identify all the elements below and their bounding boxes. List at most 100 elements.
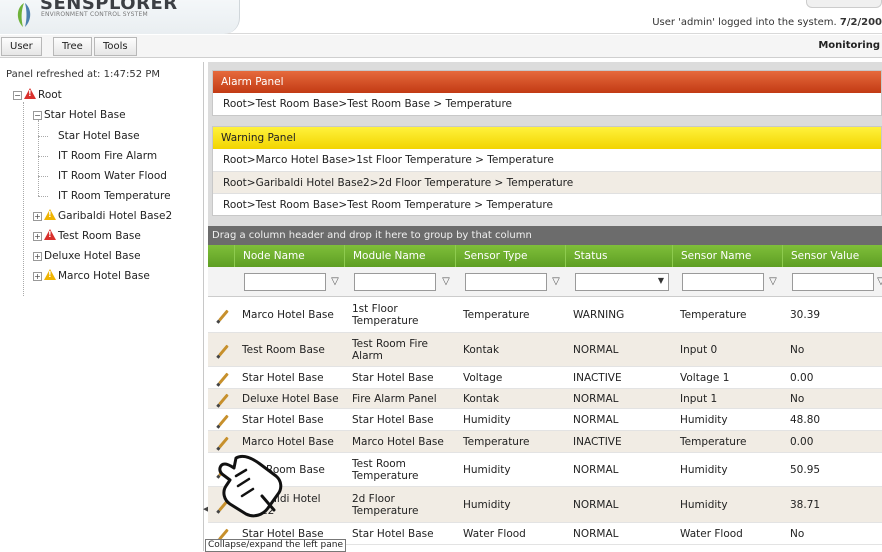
grid-filter-row: ▽ ▽ ▽ ▼ ▽ ▽ [208,267,882,297]
tree-expander-root[interactable]: − [13,91,22,100]
sensor-name-cell: Water Flood [680,527,743,540]
status-cell: NORMAL [573,463,619,476]
alarm-panel-title: Alarm Panel [213,71,881,93]
warning-panel: Warning Panel Root>Marco Hotel Base>1st … [212,126,882,216]
tree-expander-garibaldi[interactable]: + [33,212,42,221]
node-name-cell: Marco Hotel Base [242,308,334,321]
filter-sensor-type-input[interactable] [465,273,547,291]
tree-line [38,136,48,137]
tree-item-star-hotel-base-module[interactable]: Star Hotel Base [58,127,140,145]
logo: SENSPLORER ENVIRONMENT CONTROL SYSTEM [0,0,240,34]
sensor-value-cell: 48.80 [790,413,821,426]
tree-item-marco-hotel-base[interactable]: Marco Hotel Base [58,267,150,285]
column-module-name[interactable]: Module Name [344,245,455,267]
edit-column-header [208,245,234,267]
login-status: User 'admin' logged into the system. 7/2… [652,17,882,28]
main-content: Alarm Panel Root>Test Room Base>Test Roo… [208,62,882,551]
tree-line [38,196,48,197]
edit-pencil-icon[interactable] [218,344,229,357]
module-name-cell: Test Room Fire Alarm [352,337,428,362]
tree-item-star-hotel-base[interactable]: Star Hotel Base [44,106,126,124]
sensor-name-cell: Humidity [680,498,728,511]
table-row[interactable]: Test Room Base Test Room Temperature Humid… [208,453,882,487]
warning-panel-title: Warning Panel [213,127,881,149]
filter-sensor-name-input[interactable] [682,273,764,291]
module-name-cell: Star Hotel Base [352,371,434,384]
module-name-cell: Star Hotel Base [352,413,434,426]
warning-row[interactable]: Root>Marco Hotel Base>1st Floor Temperat… [213,149,881,171]
edit-pencil-icon[interactable] [218,414,229,427]
filter-sensor-value-input[interactable] [792,273,874,291]
column-node-name[interactable]: Node Name [234,245,344,267]
status-cell: INACTIVE [573,435,622,448]
column-sensor-type[interactable]: Sensor Type [455,245,565,267]
node-name-cell: Star Hotel Base [242,413,324,426]
refresh-status: Panel refreshed at: 1:47:52 PM [6,69,160,80]
column-sensor-value[interactable]: Sensor Value [782,245,882,267]
login-date: 7/2/200 [839,17,882,28]
sensor-value-cell: 50.95 [790,463,821,476]
tree-item-it-room-temperature[interactable]: IT Room Temperature [58,187,171,205]
edit-pencil-icon[interactable] [218,309,229,322]
module-name-cell: Test Room Temperature [352,457,419,482]
warning-row[interactable]: Root>Garibaldi Hotel Base2>2d Floor Temp… [213,171,881,193]
login-status-text: User 'admin' logged into the system. [652,17,837,28]
filter-icon[interactable]: ▽ [328,275,342,289]
tree-item-test-room-base[interactable]: Test Room Base [58,227,141,245]
table-row[interactable]: Garibaldi Hotel Base22d Floor Temperatur… [208,487,882,523]
tree-item-garibaldi-hotel-base2[interactable]: Garibaldi Hotel Base2 [58,207,172,225]
filter-node-name-input[interactable] [244,273,326,291]
table-row[interactable]: Deluxe Hotel Base Fire Alarm Panel Kontak N… [208,389,882,409]
logo-subtitle: ENVIRONMENT CONTROL SYSTEM [41,11,148,18]
tree-item-it-room-fire-alarm[interactable]: IT Room Fire Alarm [58,147,157,165]
alarm-panel: Alarm Panel Root>Test Room Base>Test Roo… [212,70,882,116]
filter-module-name-input[interactable] [354,273,436,291]
warning-icon [44,269,56,280]
tree-expander-test-room[interactable]: + [33,232,42,241]
filter-status-select[interactable]: ▼ [575,273,669,291]
status-cell: NORMAL [573,527,619,540]
alarm-icon [44,229,56,240]
sensor-type-cell: Kontak [463,343,500,356]
tree-line [38,156,48,157]
tree-item-it-room-water-flood[interactable]: IT Room Water Flood [58,167,167,185]
sensor-grid: Drag a column header and drop it here to… [208,226,882,551]
tree-expander-deluxe[interactable]: + [33,252,42,261]
filter-icon[interactable]: ▽ [549,275,563,289]
edit-pencil-icon[interactable] [218,393,229,406]
table-row[interactable]: Marco Hotel Base Marco Hotel Base Temperat… [208,431,882,453]
column-sensor-name[interactable]: Sensor Name [672,245,782,267]
table-row[interactable]: Star Hotel Base Star Hotel Base Voltage INA… [208,367,882,389]
tree-line [38,176,48,177]
node-name-cell: Deluxe Hotel Base [242,392,339,405]
table-row[interactable]: Star Hotel Base Star Hotel Base Humidity NO… [208,409,882,431]
sensor-type-cell: Temperature [463,435,530,448]
menu-tools[interactable]: Tools [94,37,137,56]
module-name-cell: 2d Floor Temperature [352,492,419,517]
sensor-name-cell: Temperature [680,308,747,321]
menu-tree[interactable]: Tree [53,37,92,56]
edit-pencil-icon[interactable] [218,436,229,449]
module-name-cell: Fire Alarm Panel [352,392,437,405]
filter-icon[interactable]: ▽ [439,275,453,289]
sensor-value-cell: 0.00 [790,371,814,384]
tree-expander-star-hotel-base[interactable]: − [33,111,42,120]
grid-column-header: Node Name Module Name Sensor Type Status… [208,245,882,267]
sensor-value-cell: No [790,343,805,356]
sensor-name-cell: Input 0 [680,343,718,356]
filter-icon[interactable]: ▽ [874,275,882,289]
table-row[interactable]: Test Room Base Test Room Fire Alarm Kontak… [208,333,882,367]
filter-icon[interactable]: ▽ [766,275,780,289]
alarm-row[interactable]: Root>Test Room Base>Test Room Base > Tem… [213,93,881,115]
group-by-bar[interactable]: Drag a column header and drop it here to… [208,226,882,245]
tree-line [23,102,24,296]
warning-row[interactable]: Root>Test Room Base>Test Room Temperatur… [213,193,881,215]
table-row[interactable]: Marco Hotel Base 1st Floor Temperature Tem… [208,297,882,333]
edit-pencil-icon[interactable] [218,372,229,385]
column-status[interactable]: Status [565,245,672,267]
tree-item-root[interactable]: Root [38,86,62,104]
tree-expander-marco[interactable]: + [33,272,42,281]
menu-user[interactable]: User [1,37,42,56]
status-cell: NORMAL [573,498,619,511]
tree-item-deluxe-hotel-base[interactable]: Deluxe Hotel Base [44,247,141,265]
